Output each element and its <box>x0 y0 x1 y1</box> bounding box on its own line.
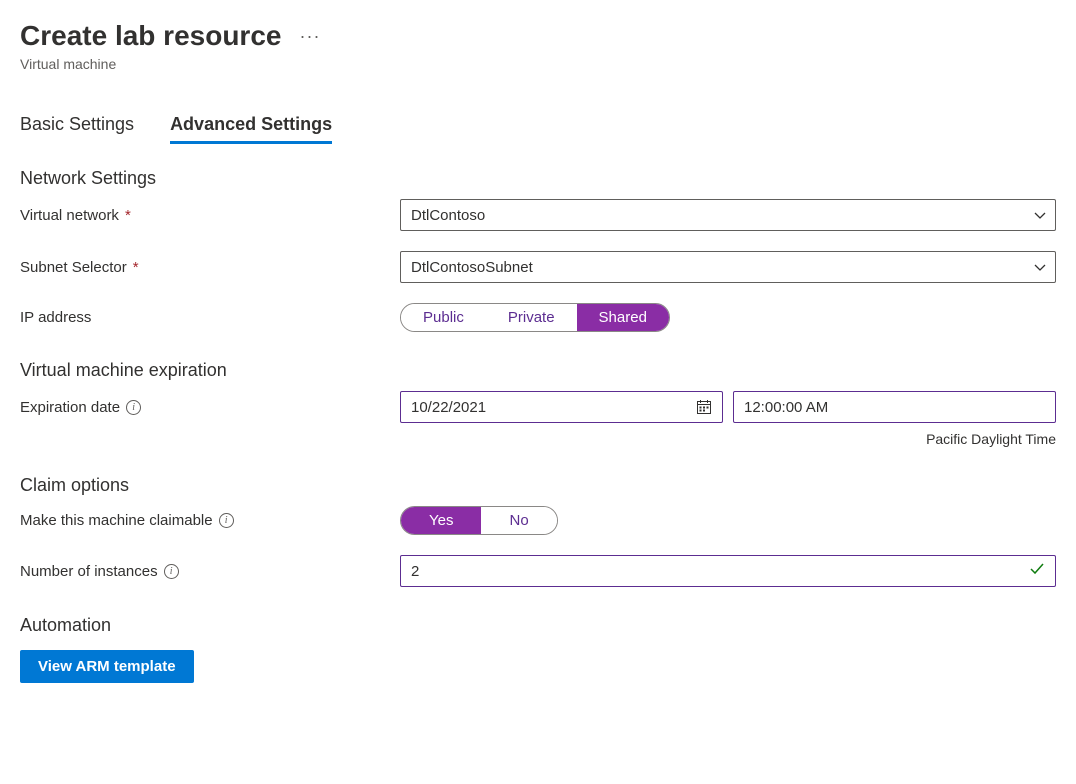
expiration-date-input[interactable]: 10/22/2021 <box>400 391 723 423</box>
section-automation: Automation <box>20 615 1056 636</box>
required-indicator: * <box>133 259 139 276</box>
expiration-time-input[interactable]: 12:00:00 AM <box>733 391 1056 423</box>
ip-option-shared[interactable]: Shared <box>577 304 669 331</box>
tab-basic-settings[interactable]: Basic Settings <box>20 114 134 144</box>
chevron-down-icon <box>1033 209 1045 221</box>
view-arm-template-button[interactable]: View ARM template <box>20 650 194 683</box>
expiration-date-label: Expiration date <box>20 399 120 416</box>
instances-label: Number of instances <box>20 563 158 580</box>
more-actions-icon[interactable]: ··· <box>299 26 320 47</box>
chevron-down-icon <box>1033 261 1045 273</box>
page-subtitle: Virtual machine <box>20 56 1056 72</box>
claimable-toggle: Yes No <box>400 506 558 535</box>
claimable-label: Make this machine claimable <box>20 512 213 529</box>
required-indicator: * <box>125 207 131 224</box>
claimable-yes[interactable]: Yes <box>401 507 481 534</box>
virtual-network-select[interactable]: DtlContoso <box>400 199 1056 231</box>
subnet-selector-select[interactable]: DtlContosoSubnet <box>400 251 1056 283</box>
virtual-network-value: DtlContoso <box>411 207 485 224</box>
instances-input[interactable]: 2 <box>400 555 1056 587</box>
expiration-time-value: 12:00:00 AM <box>744 399 828 416</box>
tabs: Basic Settings Advanced Settings <box>20 114 1056 144</box>
info-icon[interactable]: i <box>164 564 179 579</box>
instances-value: 2 <box>411 563 419 580</box>
info-icon[interactable]: i <box>219 513 234 528</box>
tab-advanced-settings[interactable]: Advanced Settings <box>170 114 332 144</box>
ip-option-private[interactable]: Private <box>486 304 577 331</box>
subnet-selector-label: Subnet Selector <box>20 259 127 276</box>
section-claim-options: Claim options <box>20 475 1056 496</box>
calendar-icon <box>696 399 712 415</box>
section-network-settings: Network Settings <box>20 168 1056 189</box>
info-icon[interactable]: i <box>126 400 141 415</box>
subnet-selector-value: DtlContosoSubnet <box>411 259 533 276</box>
ip-option-public[interactable]: Public <box>401 304 486 331</box>
virtual-network-label: Virtual network <box>20 207 119 224</box>
page-title: Create lab resource <box>20 20 281 52</box>
section-vm-expiration: Virtual machine expiration <box>20 360 1056 381</box>
ip-address-toggle: Public Private Shared <box>400 303 670 332</box>
expiration-date-value: 10/22/2021 <box>411 399 486 416</box>
ip-address-label: IP address <box>20 309 91 326</box>
checkmark-icon <box>1029 561 1045 581</box>
timezone-label: Pacific Daylight Time <box>926 431 1056 447</box>
claimable-no[interactable]: No <box>481 507 556 534</box>
